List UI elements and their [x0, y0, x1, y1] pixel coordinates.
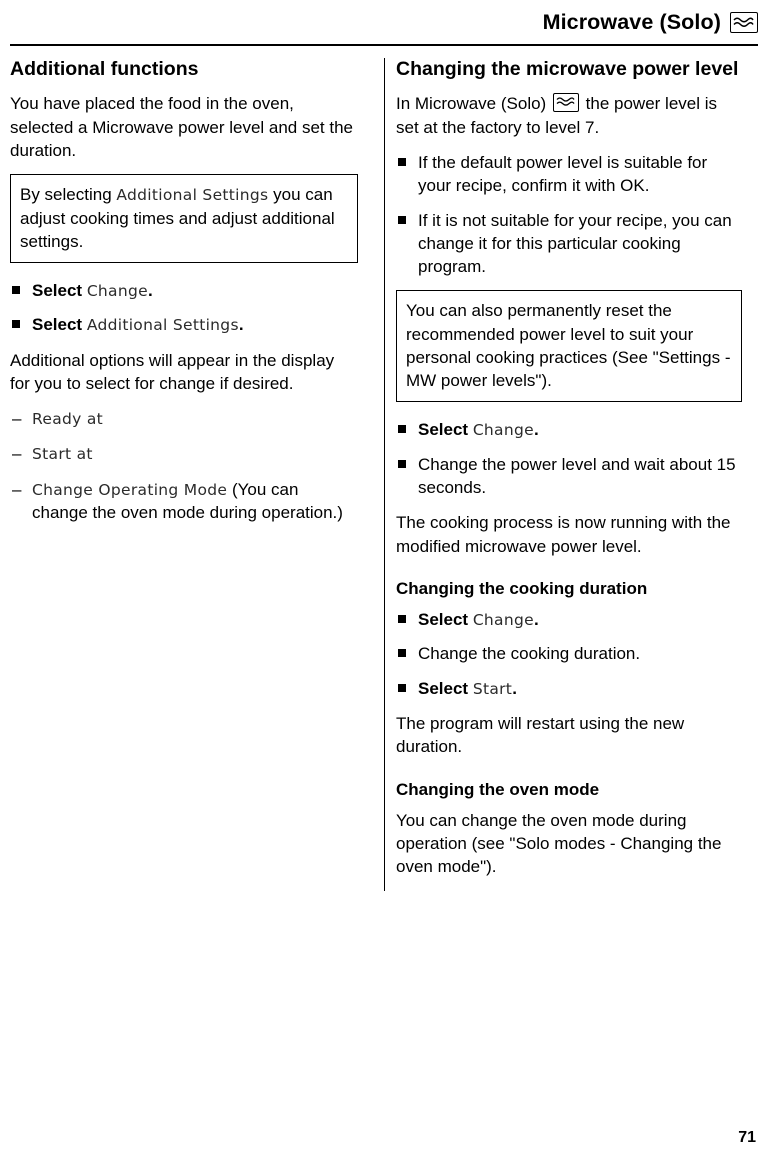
- step-prefix: Change the power level and wait about 15…: [418, 454, 736, 498]
- list-item: Ready at: [10, 407, 358, 431]
- right-bullets-list: If the default power level is suitable f…: [396, 151, 742, 278]
- step-display-term: Change: [86, 282, 148, 301]
- right-steps-list: Select Change. Change the power level an…: [396, 418, 742, 499]
- step-suffix: .: [512, 678, 517, 698]
- step-suffix: .: [533, 610, 539, 630]
- step-display-term: Change: [472, 611, 534, 630]
- left-intro-paragraph: You have placed the food in the oven, se…: [10, 94, 354, 160]
- page-header: Microwave (Solo): [10, 0, 758, 44]
- header-divider: [10, 44, 758, 46]
- list-item: Start at: [10, 442, 358, 466]
- step-prefix: Select: [32, 315, 87, 335]
- right-note-box: You can also permanently reset the recom…: [396, 290, 742, 403]
- left-options-list: Ready at Start at Change Operating Mode …: [10, 407, 358, 524]
- right-after-steps-paragraph: The cooking process is now running with …: [396, 513, 731, 556]
- duration-steps-list: Select Change. Change the cooking durati…: [396, 608, 742, 700]
- left-steps-list: Select Change. Select Additional Setting…: [10, 279, 358, 337]
- left-note-text-part1: By selecting: [20, 185, 117, 205]
- subsection-title-oven-mode: Changing the oven mode: [396, 779, 600, 799]
- list-item: Select Change.: [396, 418, 742, 441]
- left-section-title: Additional functions: [10, 58, 199, 80]
- step-display-term: Start: [472, 679, 513, 698]
- step-display-term: Additional Settings: [86, 316, 239, 335]
- page-title: Microwave (Solo): [542, 9, 721, 34]
- list-item: If the default power level is suitable f…: [396, 151, 742, 198]
- step-prefix: Select: [418, 678, 473, 698]
- manual-page: Microwave (Solo) Additional functions Yo…: [0, 0, 768, 1155]
- content-columns: Additional functions You have placed the…: [10, 58, 758, 891]
- step-suffix: .: [238, 315, 244, 335]
- microwave-wave-icon: [730, 11, 758, 33]
- left-column: Additional functions You have placed the…: [10, 58, 376, 891]
- option-display-term: Ready at: [32, 410, 104, 429]
- list-item: Change Operating Mode (You can change th…: [10, 478, 358, 525]
- option-display-term: Change Operating Mode: [32, 480, 228, 499]
- list-item: Change the cooking duration.: [396, 642, 742, 665]
- step-suffix: .: [533, 420, 539, 440]
- step-display-term: Change: [472, 421, 534, 440]
- step-prefix: Select: [32, 281, 87, 301]
- left-options-intro: Additional options will appear in the di…: [10, 350, 335, 393]
- step-suffix: .: [147, 281, 153, 301]
- option-display-term: Start at: [32, 445, 93, 464]
- oven-mode-paragraph: You can change the oven mode during oper…: [396, 810, 722, 877]
- step-prefix: Select: [418, 610, 473, 630]
- microwave-wave-icon: [552, 93, 579, 113]
- list-item: Change the power level and wait about 15…: [396, 453, 742, 500]
- step-prefix: Select: [418, 420, 473, 440]
- list-item: Select Change.: [10, 279, 358, 302]
- right-column: Changing the microwave power level In Mi…: [376, 58, 742, 891]
- list-item: Select Additional Settings.: [10, 313, 358, 336]
- subsection-title-duration: Changing the cooking duration: [396, 578, 648, 598]
- duration-after-paragraph: The program will restart using the new d…: [396, 713, 685, 757]
- list-item: Select Change.: [396, 608, 742, 631]
- right-intro-part1: In Microwave (Solo): [396, 94, 551, 114]
- column-divider: [384, 58, 385, 891]
- page-number: 71: [738, 1129, 756, 1146]
- list-item: If it is not suitable for your recipe, y…: [396, 209, 742, 279]
- list-item: Select Start.: [396, 677, 742, 700]
- right-section-title: Changing the microwave power level: [396, 58, 739, 80]
- right-intro-paragraph: In Microwave (Solo) the power level is s…: [396, 92, 742, 139]
- step-prefix: Change the cooking duration.: [418, 644, 641, 664]
- left-note-display-term: Additional Settings: [116, 186, 269, 205]
- left-note-box: By selecting Additional Settings you can…: [10, 174, 358, 264]
